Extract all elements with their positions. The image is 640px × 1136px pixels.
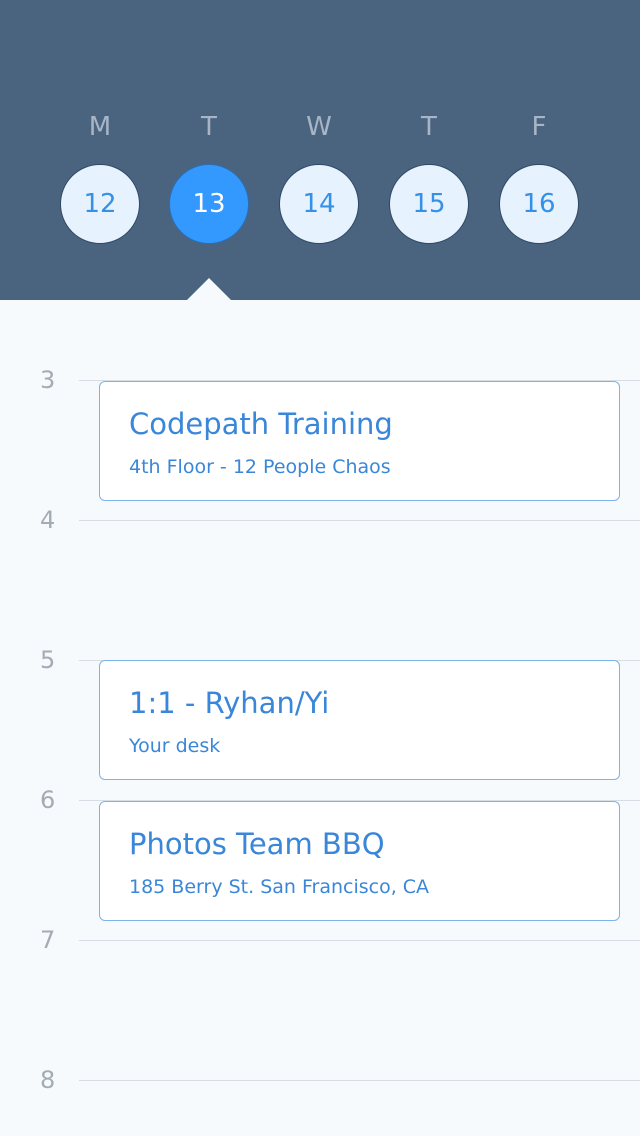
day-letter: M — [88, 112, 112, 142]
selected-day-pointer — [187, 278, 231, 300]
event-title: Photos Team BBQ — [129, 827, 385, 861]
day-button-16[interactable]: 16 — [499, 164, 579, 244]
day-letter: F — [531, 112, 547, 142]
day-button-12[interactable]: 12 — [60, 164, 140, 244]
day-letter: W — [306, 112, 332, 142]
hour-divider — [79, 1080, 640, 1081]
day-monday: M 12 — [60, 0, 140, 300]
day-thursday: T 15 — [389, 0, 469, 300]
day-wednesday: W 14 — [279, 0, 359, 300]
event-location: Your desk — [129, 735, 221, 757]
event-location: 4th Floor - 12 People Chaos — [129, 456, 391, 478]
day-letter: T — [421, 112, 437, 142]
day-letter: T — [201, 112, 217, 142]
hour-divider — [79, 940, 640, 941]
day-tuesday: T 13 — [169, 0, 249, 300]
event-title: 1:1 - Ryhan/Yi — [129, 686, 330, 720]
day-button-14[interactable]: 14 — [279, 164, 359, 244]
event-card[interactable]: Codepath Training 4th Floor - 12 People … — [99, 381, 620, 501]
event-title: Codepath Training — [129, 407, 393, 441]
event-location: 185 Berry St. San Francisco, CA — [129, 876, 430, 898]
event-card[interactable]: 1:1 - Ryhan/Yi Your desk — [99, 660, 620, 780]
day-button-15[interactable]: 15 — [389, 164, 469, 244]
event-card[interactable]: Photos Team BBQ 185 Berry St. San Franci… — [99, 801, 620, 921]
hour-divider — [79, 520, 640, 521]
week-header: M 12 T 13 W 14 T 15 F 16 — [0, 0, 640, 300]
day-friday: F 16 — [499, 0, 579, 300]
day-button-13-selected[interactable]: 13 — [169, 164, 249, 244]
